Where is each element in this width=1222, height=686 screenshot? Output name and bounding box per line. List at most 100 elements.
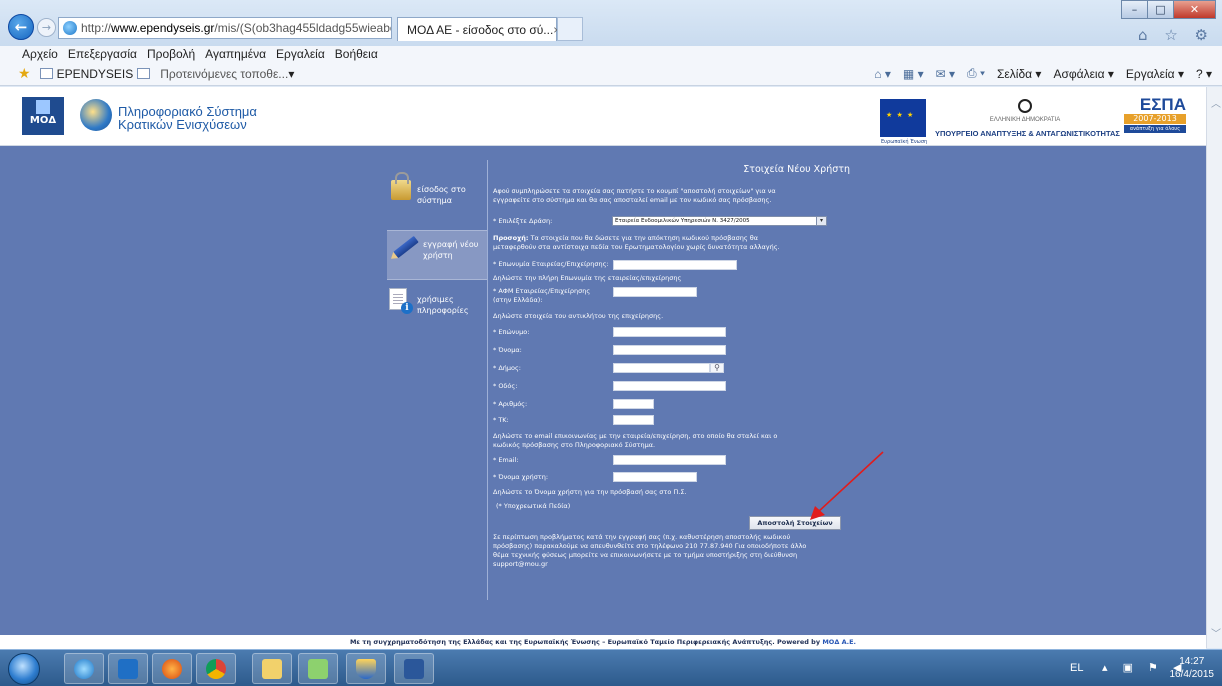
warning-body: Τα στοιχεία που θα δώσετε για την απόκτη…	[493, 234, 780, 251]
email-hint: Δηλώστε το email επικοινωνίας με την ετα…	[493, 432, 778, 449]
taskbar-security[interactable]	[346, 653, 386, 684]
menu-view[interactable]: Προβολή	[147, 47, 195, 61]
page-scrollbar[interactable]: ︿ ﹀	[1206, 87, 1222, 648]
help-text: Σε περίπτωση προβλήματος κατά την εγγραφ…	[493, 533, 807, 568]
moa-logo[interactable]: ΜΟΔ	[22, 97, 64, 135]
action-label: * Επιλέξτε Δράση:	[493, 217, 553, 225]
suggested-sites-link[interactable]: Προτεινόμενες τοποθε...	[160, 67, 288, 81]
footer-text: Με τη συγχρηματοδότηση της Ελλάδας και τ…	[349, 638, 823, 646]
municipality-label: * Δήμος:	[493, 364, 521, 372]
eu-flag-icon: Ευρωπαϊκή Ένωση	[880, 99, 927, 145]
hellenic-republic: ΕΛΛΗΝΙΚΗ ΔΗΜΟΚΡΑΤΙΑ	[989, 117, 1061, 123]
taskbar-word[interactable]	[394, 653, 434, 684]
menu-favorites[interactable]: Αγαπημένα	[205, 47, 266, 61]
maximize-button[interactable]: □	[1147, 0, 1174, 19]
url-host: www.ependyseis.gr	[111, 21, 215, 35]
command-help[interactable]: ? ▾	[1196, 67, 1212, 81]
taskbar-chrome[interactable]	[196, 653, 236, 684]
form-title: Στοιχεία Νέου Χρήστη	[743, 164, 850, 175]
nav-item-register[interactable]: εγγραφή νέου χρήστη	[387, 230, 487, 280]
command-page[interactable]: Σελίδα ▾	[997, 67, 1041, 81]
back-button[interactable]: ←	[8, 14, 34, 40]
form-intro: Αφού συμπληρώσετε τα στοιχεία σας πατήστ…	[493, 187, 776, 204]
company-hint: Δηλώστε την πλήρη Επωνυμία της εταιρείας…	[493, 274, 682, 282]
municipality-input[interactable]	[613, 363, 710, 373]
espa-logo: ΕΣΠΑ 2007-2013 ανάπτυξη για όλους	[1124, 96, 1186, 137]
taskbar-explorer[interactable]	[252, 653, 292, 684]
afm-label-2: (στην Ελλάδα):	[493, 296, 543, 304]
search-icon[interactable]: ⚲	[710, 363, 724, 373]
taskbar-ie[interactable]	[64, 653, 104, 684]
menu-help[interactable]: Βοήθεια	[335, 47, 378, 61]
chevron-down-icon[interactable]: ▾	[816, 217, 826, 225]
command-tools[interactable]: Εργαλεία ▾	[1126, 67, 1184, 81]
main-content: είσοδος στο σύστημα εγγραφή νέου χρήστη …	[0, 146, 1206, 635]
ie-icon	[74, 658, 94, 679]
clock[interactable]: 14:27 16/4/2015	[1170, 655, 1215, 681]
column-divider	[487, 160, 488, 600]
language-indicator[interactable]: EL	[1070, 662, 1083, 674]
favorites-star-icon[interactable]: ★	[18, 65, 31, 82]
number-input[interactable]	[613, 399, 654, 409]
home-favorites-tools-icons[interactable]: ⌂ ☆ ⚙	[1138, 26, 1214, 44]
tab-title: ΜΟΔ ΑΕ - είσοδος στο σύ...	[407, 22, 554, 37]
nav-item-label: εγγραφή νέου χρήστη	[423, 239, 478, 261]
nav-item-info[interactable]: i χρήσιμες πληροφορίες	[387, 286, 487, 336]
start-button[interactable]	[8, 653, 40, 685]
espa-years: 2007-2013	[1124, 114, 1186, 124]
print-icon[interactable]: ⎙ ▾	[967, 66, 985, 81]
nav-login-line1: είσοδος στο	[417, 185, 466, 194]
surname-input[interactable]	[613, 327, 726, 337]
eu-caption: Ευρωπαϊκή Ένωση	[881, 139, 928, 145]
nav-login-line2: σύστημα	[417, 196, 453, 205]
chrome-icon	[206, 658, 226, 679]
ministry-name: ΥΠΟΥΡΓΕΙΟ ΑΝΑΠΤΥΞΗΣ & ΑΝΤΑΓΩΝΙΣΤΙΚΟΤΗΤΑΣ	[935, 129, 1120, 138]
command-bar: ⌂ ▾ ▦ ▾ ✉ ▾ ⎙ ▾ Σελίδα ▾ Ασφάλεια ▾ Εργα…	[874, 66, 1212, 81]
chevron-down-icon[interactable]: ▾	[288, 67, 294, 81]
minimize-button[interactable]: –	[1121, 0, 1148, 19]
home-icon[interactable]: ⌂ ▾	[874, 67, 891, 81]
scroll-up-icon[interactable]: ︿	[1211, 95, 1221, 110]
nav-item-label: είσοδος στο σύστημα	[417, 184, 466, 206]
zip-input[interactable]	[613, 415, 654, 425]
menu-tools[interactable]: Εργαλεία	[276, 47, 325, 61]
surname-label: * Επώνυμο:	[493, 328, 530, 336]
nav-item-label: χρήσιμες πληροφορίες	[417, 294, 469, 316]
taskbar-photos[interactable]	[298, 653, 338, 684]
taskbar-outlook[interactable]	[108, 653, 148, 684]
annotation-arrow-icon	[810, 451, 884, 520]
new-tab-button[interactable]	[557, 17, 583, 41]
afm-input[interactable]	[613, 287, 697, 297]
favorite-link-ependyseis[interactable]: EPENDYSEIS	[57, 67, 134, 81]
mail-icon[interactable]: ✉ ▾	[936, 67, 955, 81]
footer-powered-link[interactable]: ΜΟΔ Α.Ε.	[822, 638, 856, 646]
username-hint: Δηλώστε το Όνομα χρήστη για την πρόσβασή…	[493, 488, 687, 496]
url-scheme: http://	[81, 21, 112, 35]
action-select[interactable]: Εταιρεία Ενδοομιλικών Υπηρεσιών Ν. 3427/…	[612, 216, 827, 226]
name-input[interactable]	[613, 345, 726, 355]
scroll-down-icon[interactable]: ﹀	[1211, 625, 1221, 640]
clock-date: 16/4/2015	[1169, 669, 1215, 680]
menu-edit[interactable]: Επεξεργασία	[68, 47, 137, 61]
nav-register-line2: χρήστη	[423, 251, 453, 260]
name-label: * Όνομα:	[493, 346, 522, 354]
address-bar[interactable]: http://www.ependyseis.gr/mis/(S(ob3hag45…	[58, 17, 392, 39]
tab-active[interactable]: ΜΟΔ ΑΕ - είσοδος στο σύ... ×	[397, 17, 560, 41]
ministry-logo: ΕΛΛΗΝΙΚΗ ΔΗΜΟΚΡΑΤΙΑ ΥΠΟΥΡΓΕΙΟ ΑΝΑΠΤΥΞΗΣ …	[935, 99, 1120, 138]
nav-item-login[interactable]: είσοδος στο σύστημα	[387, 172, 487, 226]
ie-page-icon	[63, 21, 77, 35]
company-name-input[interactable]	[613, 260, 737, 270]
clock-time: 14:27	[1179, 656, 1205, 667]
feeds-icon[interactable]: ▦ ▾	[903, 67, 924, 81]
site-footer: Με τη συγχρηματοδότηση της Ελλάδας και τ…	[0, 635, 1206, 649]
street-input[interactable]	[613, 381, 726, 391]
menu-file[interactable]: Αρχείο	[22, 47, 58, 61]
taskbar-firefox[interactable]	[152, 653, 192, 684]
globe-icon	[80, 99, 112, 131]
email-input[interactable]	[613, 455, 726, 465]
espa-tagline: ανάπτυξη για όλους	[1124, 125, 1186, 133]
username-input[interactable]	[613, 472, 697, 482]
command-safety[interactable]: Ασφάλεια ▾	[1053, 67, 1113, 81]
close-window-button[interactable]: ✕	[1173, 0, 1216, 19]
forward-button[interactable]: →	[37, 18, 56, 37]
